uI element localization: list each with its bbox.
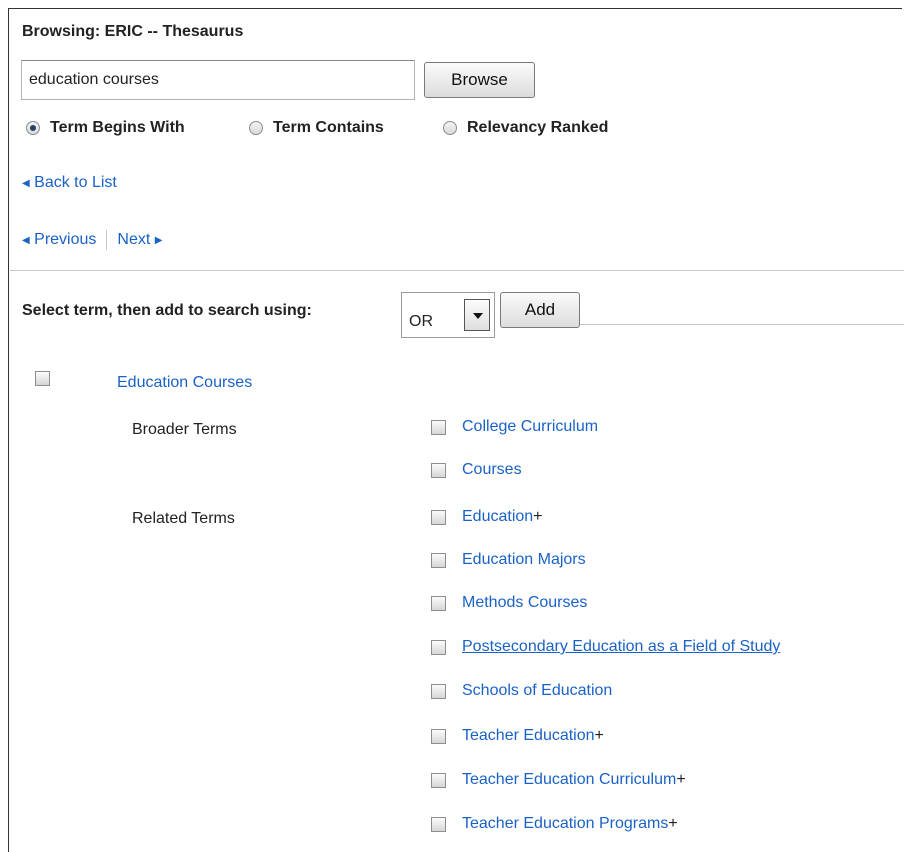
term-plus: + bbox=[594, 727, 604, 744]
add-button[interactable]: Add bbox=[500, 292, 580, 328]
broader-term-row: College Curriculum bbox=[431, 418, 598, 436]
radio-relevancy-ranked[interactable]: Relevancy Ranked bbox=[443, 117, 608, 139]
term-link[interactable]: Courses bbox=[462, 461, 522, 479]
radio-term-begins-with[interactable]: Term Begins With bbox=[26, 117, 185, 139]
broader-terms-label: Broader Terms bbox=[132, 421, 237, 438]
related-term-row: Education Majors bbox=[431, 551, 586, 569]
term-checkbox[interactable] bbox=[431, 552, 446, 568]
term-checkbox[interactable] bbox=[431, 639, 446, 655]
term-checkbox[interactable] bbox=[431, 683, 446, 699]
related-term-row: Teacher Education Curriculum + bbox=[431, 771, 686, 789]
search-input[interactable] bbox=[21, 60, 415, 100]
term-link[interactable]: College Curriculum bbox=[462, 418, 598, 436]
related-term-row: Education + bbox=[431, 508, 543, 526]
related-terms-label: Related Terms bbox=[132, 510, 235, 527]
previous-link[interactable]: ◀ Previous bbox=[22, 231, 96, 249]
triangle-left-icon: ◀ bbox=[22, 235, 30, 246]
radio-unselected-icon[interactable] bbox=[443, 121, 457, 135]
broader-term-row: Courses bbox=[431, 461, 522, 479]
term-checkbox[interactable] bbox=[431, 509, 446, 525]
chevron-down-icon[interactable] bbox=[464, 299, 490, 331]
triangle-left-icon: ◀ bbox=[22, 178, 30, 189]
radio-selected-icon[interactable] bbox=[26, 121, 40, 135]
divider bbox=[10, 270, 904, 271]
term-checkbox[interactable] bbox=[35, 371, 50, 386]
term-checkbox[interactable] bbox=[431, 816, 446, 832]
page-title: Browsing: ERIC -- Thesaurus bbox=[22, 23, 244, 40]
pagination-divider bbox=[106, 230, 108, 250]
next-label[interactable]: Next bbox=[117, 231, 150, 248]
radio-term-contains[interactable]: Term Contains bbox=[249, 117, 384, 139]
related-term-row: Schools of Education bbox=[431, 682, 612, 700]
term-plus: + bbox=[533, 508, 543, 525]
next-link[interactable]: Next ▶ bbox=[117, 231, 162, 249]
browse-button[interactable]: Browse bbox=[424, 62, 535, 98]
radio-label: Term Contains bbox=[273, 119, 384, 136]
back-to-list-label[interactable]: Back to List bbox=[34, 174, 117, 191]
related-term-row: Postsecondary Education as a Field of St… bbox=[431, 638, 780, 656]
related-term-row: Methods Courses bbox=[431, 594, 587, 612]
divider bbox=[580, 324, 904, 325]
term-checkbox[interactable] bbox=[431, 419, 446, 435]
related-term-row: Teacher Education + bbox=[431, 727, 604, 745]
back-to-list-link[interactable]: ◀ Back to List bbox=[22, 174, 117, 192]
term-plus: + bbox=[668, 815, 678, 832]
pagination: ◀ Previous Next ▶ bbox=[22, 230, 162, 250]
term-link-hovered[interactable]: Postsecondary Education as a Field of St… bbox=[462, 638, 780, 656]
radio-unselected-icon[interactable] bbox=[249, 121, 263, 135]
add-operator-label: Select term, then add to search using: bbox=[22, 302, 312, 319]
term-link[interactable]: Education bbox=[462, 508, 533, 526]
operator-select[interactable]: OR bbox=[401, 292, 495, 338]
related-term-row: Teacher Education Programs + bbox=[431, 815, 678, 833]
term-link[interactable]: Education Majors bbox=[462, 551, 586, 569]
term-link[interactable]: Teacher Education Programs bbox=[462, 815, 668, 833]
term-link[interactable]: Methods Courses bbox=[462, 594, 587, 612]
triangle-right-icon: ▶ bbox=[154, 235, 163, 246]
radio-label: Term Begins With bbox=[50, 119, 185, 136]
radio-label: Relevancy Ranked bbox=[467, 119, 609, 136]
previous-label[interactable]: Previous bbox=[34, 231, 96, 248]
term-link[interactable]: Teacher Education bbox=[462, 727, 595, 745]
term-link-education-courses[interactable]: Education Courses bbox=[117, 374, 252, 392]
term-link[interactable]: Schools of Education bbox=[462, 682, 612, 700]
term-checkbox[interactable] bbox=[431, 462, 446, 478]
term-plus: + bbox=[676, 771, 686, 788]
term-checkbox[interactable] bbox=[431, 772, 446, 788]
term-checkbox[interactable] bbox=[431, 728, 446, 744]
term-link[interactable]: Teacher Education Curriculum bbox=[462, 771, 676, 789]
operator-value: OR bbox=[409, 313, 433, 330]
term-checkbox[interactable] bbox=[431, 595, 446, 611]
